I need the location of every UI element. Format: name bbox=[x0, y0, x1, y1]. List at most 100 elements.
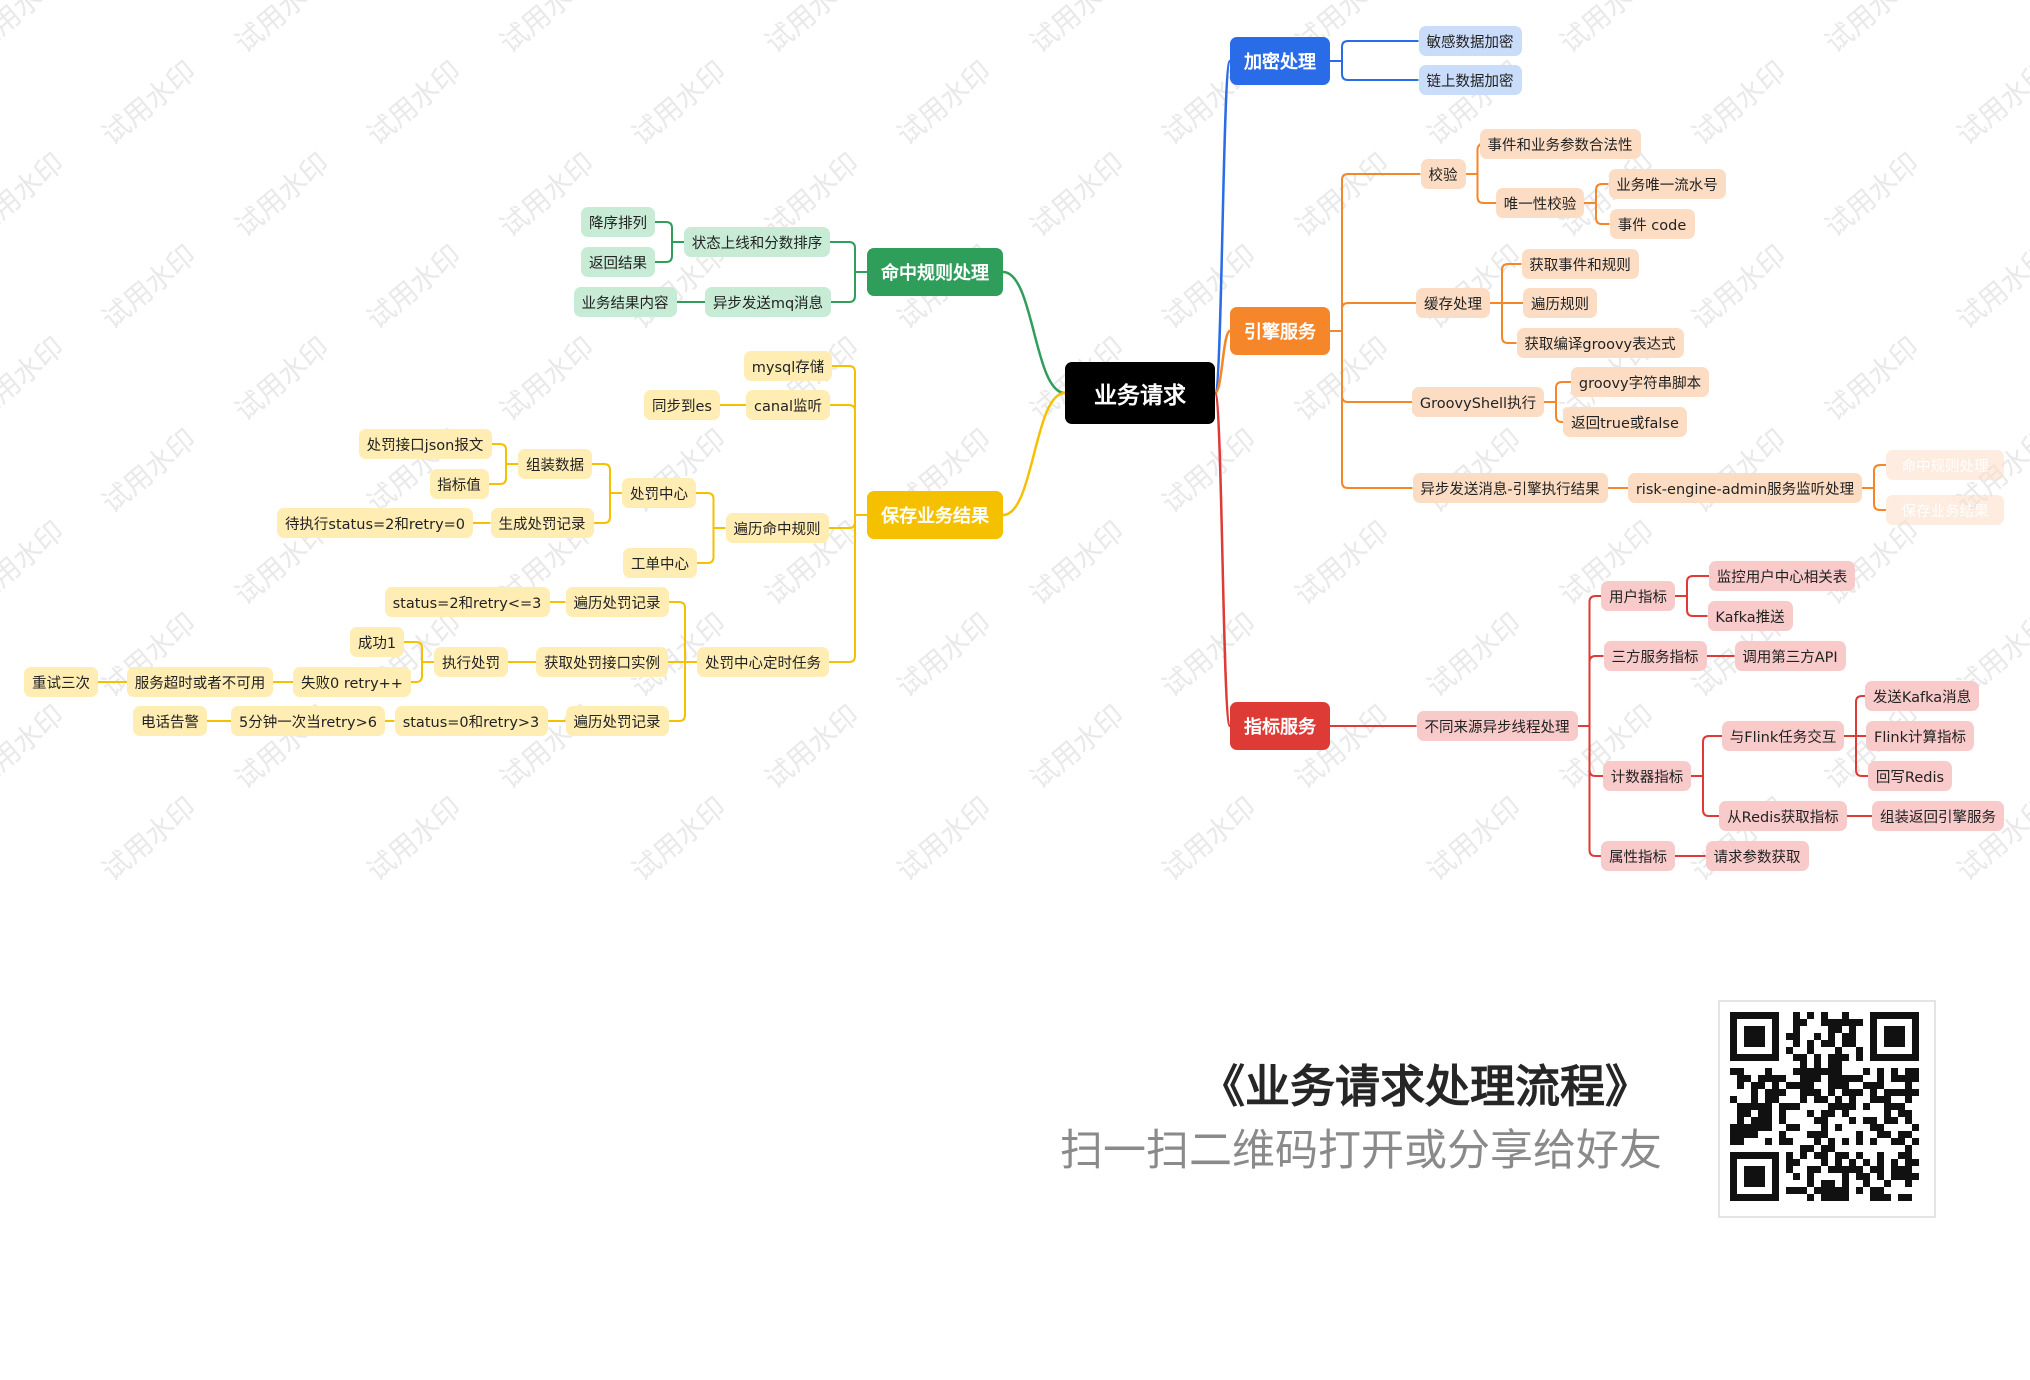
node-eng-1-2[interactable]: 获取编译groovy表达式 bbox=[1516, 328, 1684, 358]
node-save-3-2-0-0-label: 5分钟一次当retry>6 bbox=[239, 714, 377, 731]
node-hit-1[interactable]: 异步发送mq消息 bbox=[705, 287, 831, 317]
node-idx-0-3-0-label: 请求参数获取 bbox=[1713, 849, 1801, 866]
node-save-2-0-0[interactable]: 组装数据 bbox=[518, 449, 592, 479]
node-save-1[interactable]: canal监听 bbox=[746, 390, 830, 420]
node-save-3-2-0[interactable]: status=0和retry>3 bbox=[394, 706, 548, 736]
node-eng-1[interactable]: 缓存处理 bbox=[1416, 288, 1490, 318]
branch-idx[interactable]: 指标服务 bbox=[1230, 702, 1330, 750]
node-idx-0-2[interactable]: 计数器指标 bbox=[1603, 761, 1691, 791]
node-eng-1-1-label: 遍历规则 bbox=[1531, 296, 1589, 313]
node-save-1-0-label: 同步到es bbox=[652, 398, 712, 415]
node-save-3-1-0[interactable]: 执行处罚 bbox=[434, 647, 508, 677]
node-hit-0-1[interactable]: 返回结果 bbox=[581, 247, 655, 277]
branch-enc[interactable]: 加密处理 bbox=[1230, 37, 1330, 85]
node-save-3-2-0-0-0[interactable]: 电话告警 bbox=[133, 706, 207, 736]
node-hit-0-label: 状态上线和分数排序 bbox=[691, 235, 823, 252]
node-hit-0-0[interactable]: 降序排列 bbox=[581, 207, 655, 237]
node-save-3-2-0-0[interactable]: 5分钟一次当retry>6 bbox=[231, 706, 385, 736]
node-save-3-1-0-1[interactable]: 失败0 retry++ bbox=[293, 667, 411, 697]
node-save-3-1-0-1-0[interactable]: 服务超时或者不可用 bbox=[127, 667, 273, 697]
node-save-3-1-0-0-label: 成功1 bbox=[357, 635, 397, 652]
node-hit-0[interactable]: 状态上线和分数排序 bbox=[684, 227, 830, 257]
node-eng-0-1-0[interactable]: 业务唯一流水号 bbox=[1608, 169, 1726, 199]
node-save-3-1-0-0[interactable]: 成功1 bbox=[350, 627, 404, 657]
node-save-3-1[interactable]: 获取处罚接口实例 bbox=[536, 647, 668, 677]
node-eng-3-0-1-label: 保存业务结果 bbox=[1901, 503, 1989, 520]
node-save-3-1-0-1-0-0[interactable]: 重试三次 bbox=[24, 667, 98, 697]
mindmap-canvas: 试用水印 试用水印 试用水印 试用水印 试用水印 试用水印 试用水印 试用水印 试用水印 试用水印… bbox=[0, 0, 2030, 1380]
root-node[interactable]: 业务请求 bbox=[1065, 362, 1215, 424]
node-eng-2-0[interactable]: groovy字符串脚本 bbox=[1571, 367, 1709, 397]
node-idx-0-2-0-2[interactable]: 回写Redis bbox=[1868, 761, 1952, 791]
node-eng-0[interactable]: 校验 bbox=[1420, 159, 1466, 189]
node-save-0[interactable]: mysql存储 bbox=[744, 351, 832, 381]
node-idx-0-2-1-0[interactable]: 组装返回引擎服务 bbox=[1872, 801, 2004, 831]
node-save-2-1[interactable]: 工单中心 bbox=[623, 548, 697, 578]
node-idx-0-2-0[interactable]: 与Flink任务交互 bbox=[1722, 721, 1844, 751]
node-save-2-label: 遍历命中规则 bbox=[733, 521, 821, 538]
node-save-2-0[interactable]: 处罚中心 bbox=[622, 478, 696, 508]
branch-hit[interactable]: 命中规则处理 bbox=[867, 248, 1003, 296]
branch-save-label: 保存业务结果 bbox=[881, 506, 989, 527]
node-save-2-0-1[interactable]: 生成处罚记录 bbox=[490, 508, 594, 538]
node-idx-0-0-1[interactable]: Kafka推送 bbox=[1707, 601, 1793, 631]
node-save-2[interactable]: 遍历命中规则 bbox=[725, 513, 829, 543]
node-idx-0-2-0-0[interactable]: 发送Kafka消息 bbox=[1865, 681, 1979, 711]
node-hit-1-label: 异步发送mq消息 bbox=[712, 295, 824, 312]
node-eng-0-1-1[interactable]: 事件 code bbox=[1609, 209, 1695, 239]
node-idx-0-3-0[interactable]: 请求参数获取 bbox=[1705, 841, 1809, 871]
node-idx-0-2-0-1[interactable]: Flink计算指标 bbox=[1866, 721, 1974, 751]
node-eng-3-0-0-label: 命中规则处理 bbox=[1901, 458, 1989, 475]
node-idx-0-2-1-label: 从Redis获取指标 bbox=[1727, 809, 1839, 826]
node-save-1-0[interactable]: 同步到es bbox=[644, 390, 720, 420]
branch-enc-label: 加密处理 bbox=[1244, 52, 1316, 73]
node-save-2-0-1-0[interactable]: 待执行status=2和retry=0 bbox=[277, 508, 473, 538]
node-eng-1-0[interactable]: 获取事件和规则 bbox=[1521, 249, 1639, 279]
node-enc-0-label: 敏感数据加密 bbox=[1426, 34, 1514, 51]
branch-eng[interactable]: 引擎服务 bbox=[1230, 307, 1330, 355]
branch-save[interactable]: 保存业务结果 bbox=[867, 491, 1003, 539]
node-idx-0-1[interactable]: 三方服务指标 bbox=[1603, 641, 1707, 671]
node-idx-0-2-0-0-label: 发送Kafka消息 bbox=[1872, 689, 1972, 706]
node-eng-0-0[interactable]: 事件和业务参数合法性 bbox=[1479, 129, 1641, 159]
node-eng-3[interactable]: 异步发送消息-引擎执行结果 bbox=[1412, 473, 1608, 503]
node-enc-1-label: 链上数据加密 bbox=[1426, 73, 1514, 90]
node-eng-2-1-label: 返回true或false bbox=[1571, 415, 1679, 432]
node-idx-0-2-0-label: 与Flink任务交互 bbox=[1729, 729, 1837, 746]
node-eng-1-1[interactable]: 遍历规则 bbox=[1523, 288, 1597, 318]
node-save-3-2-0-0-0-label: 电话告警 bbox=[141, 714, 199, 731]
node-eng-0-1[interactable]: 唯一性校验 bbox=[1496, 188, 1584, 218]
node-eng-3-0-1[interactable]: 保存业务结果 bbox=[1886, 495, 2004, 525]
node-idx-0-0-0[interactable]: 监控用户中心相关表 bbox=[1709, 561, 1855, 591]
qr-code-pattern bbox=[1730, 1012, 1919, 1201]
node-save-3-0-0[interactable]: status=2和retry<=3 bbox=[384, 587, 550, 617]
node-eng-2[interactable]: GroovyShell执行 bbox=[1412, 387, 1544, 417]
branch-eng-label: 引擎服务 bbox=[1244, 322, 1316, 343]
node-eng-3-0-0[interactable]: 命中规则处理 bbox=[1886, 450, 2004, 480]
node-eng-2-0-label: groovy字符串脚本 bbox=[1578, 375, 1702, 392]
node-save-3[interactable]: 处罚中心定时任务 bbox=[697, 647, 829, 677]
node-idx-0-2-1-0-label: 组装返回引擎服务 bbox=[1880, 809, 1996, 826]
node-save-2-0-0-0[interactable]: 处罚接口json报文 bbox=[358, 429, 492, 459]
node-save-3-0[interactable]: 遍历处罚记录 bbox=[565, 587, 669, 617]
qr-code-icon[interactable] bbox=[1718, 1000, 1936, 1218]
node-idx-0-3[interactable]: 属性指标 bbox=[1601, 841, 1675, 871]
node-hit-1-0[interactable]: 业务结果内容 bbox=[573, 287, 677, 317]
node-save-3-2[interactable]: 遍历处罚记录 bbox=[565, 706, 669, 736]
node-save-2-0-0-1[interactable]: 指标值 bbox=[429, 469, 489, 499]
node-save-0-label: mysql存储 bbox=[751, 359, 825, 376]
node-save-3-2-0-label: status=0和retry>3 bbox=[402, 714, 540, 731]
node-enc-1[interactable]: 链上数据加密 bbox=[1418, 65, 1522, 95]
node-save-3-0-0-label: status=2和retry<=3 bbox=[392, 595, 542, 612]
footer-title: 《业务请求处理流程》 bbox=[1199, 1060, 1650, 1113]
node-enc-0[interactable]: 敏感数据加密 bbox=[1418, 26, 1522, 56]
node-idx-0[interactable]: 不同来源异步线程处理 bbox=[1416, 711, 1578, 741]
node-eng-3-0[interactable]: risk-engine-admin服务监听处理 bbox=[1628, 473, 1862, 503]
node-idx-0-0[interactable]: 用户指标 bbox=[1601, 581, 1675, 611]
node-eng-0-0-label: 事件和业务参数合法性 bbox=[1487, 137, 1633, 154]
node-idx-0-1-0[interactable]: 调用第三方API bbox=[1734, 641, 1846, 671]
node-save-3-1-0-1-0-0-label: 重试三次 bbox=[32, 675, 90, 692]
node-idx-0-1-0-label: 调用第三方API bbox=[1742, 649, 1838, 666]
node-eng-2-1[interactable]: 返回true或false bbox=[1563, 407, 1687, 437]
node-idx-0-2-1[interactable]: 从Redis获取指标 bbox=[1719, 801, 1847, 831]
